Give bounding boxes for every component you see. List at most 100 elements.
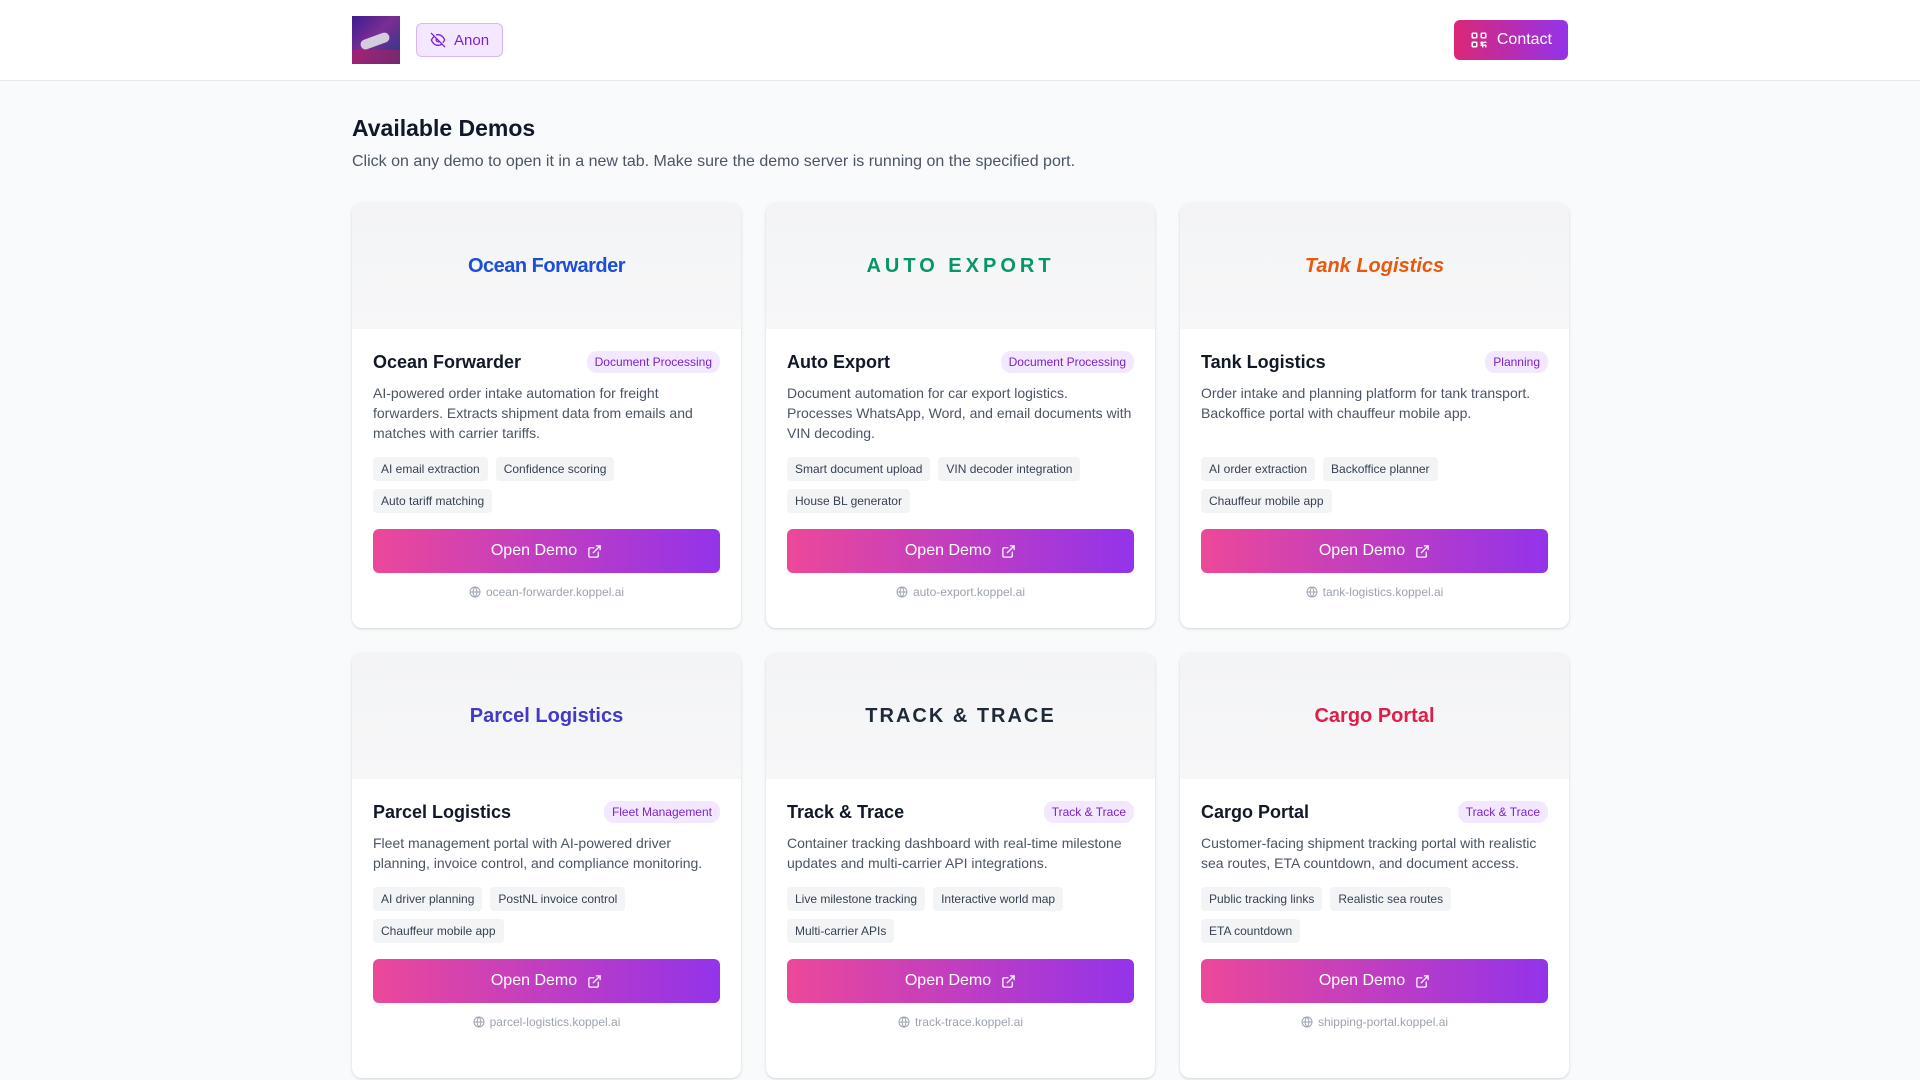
external-link-icon (1001, 544, 1016, 559)
card-title: Cargo Portal (1201, 801, 1310, 822)
demo-url: tank-logistics.koppel.ai (1201, 585, 1548, 599)
demo-url: ocean-forwarder.koppel.ai (373, 585, 720, 599)
feature-tag: Multi-carrier APIs (787, 919, 895, 943)
contact-button[interactable]: Contact (1453, 20, 1568, 60)
category-badge: Document Processing (586, 351, 720, 373)
globe-icon (473, 1016, 485, 1028)
eye-off-icon (430, 32, 446, 48)
demo-url: track-trace.koppel.ai (787, 1015, 1134, 1029)
company-logo[interactable] (352, 16, 400, 64)
open-demo-label: Open Demo (904, 542, 992, 559)
banner-wordmark: Cargo Portal (1314, 704, 1435, 727)
feature-tags: AI order extraction Backoffice planner C… (1201, 457, 1501, 513)
feature-tag: Interactive world map (933, 887, 1064, 911)
banner-wordmark: Ocean Forwarder (467, 254, 626, 277)
brand: Anon (352, 16, 504, 64)
demo-card-ocean-forwarder: Ocean Forwarder Ocean Forwarder Document… (352, 203, 741, 628)
feature-tag: Smart document upload (787, 457, 931, 481)
feature-tags: AI driver planning PostNL invoice contro… (373, 887, 673, 943)
open-demo-button[interactable]: Open Demo (787, 529, 1134, 573)
card-header: Ocean Forwarder Document Processing (373, 349, 720, 375)
feature-tag: Realistic sea routes (1330, 887, 1452, 911)
banner-wordmark: Parcel Logistics (469, 704, 624, 727)
external-link-icon (1415, 544, 1430, 559)
open-demo-label: Open Demo (490, 972, 578, 989)
open-demo-label: Open Demo (490, 542, 578, 559)
feature-tags: Smart document upload VIN decoder integr… (787, 457, 1087, 513)
demo-card-track-trace: TRACK & TRACE Track & Trace Track & Trac… (766, 653, 1155, 1078)
card-title: Parcel Logistics (373, 801, 512, 822)
external-link-icon (587, 974, 602, 989)
card-title: Auto Export (787, 351, 890, 372)
card-body: Parcel Logistics Fleet Management Fleet … (352, 779, 741, 1078)
demo-grid: Ocean Forwarder Ocean Forwarder Document… (352, 203, 1569, 1078)
demo-url: parcel-logistics.koppel.ai (373, 1015, 720, 1029)
demo-card-cargo-portal: Cargo Portal Cargo Portal Track & Trace … (1180, 653, 1569, 1078)
card-banner: Tank Logistics (1180, 203, 1569, 329)
feature-tag: AI order extraction (1201, 457, 1316, 481)
open-demo-button[interactable]: Open Demo (1201, 529, 1548, 573)
external-link-icon (1415, 974, 1430, 989)
feature-tags: Public tracking links Realistic sea rout… (1201, 887, 1501, 943)
open-demo-button[interactable]: Open Demo (1201, 959, 1548, 1003)
card-body: Ocean Forwarder Document Processing AI-p… (352, 329, 741, 628)
card-description: Order intake and planning platform for t… (1201, 385, 1531, 421)
category-badge: Planning (1485, 351, 1548, 373)
anon-label: Anon (454, 31, 490, 49)
open-demo-button[interactable]: Open Demo (373, 529, 720, 573)
globe-icon (1306, 586, 1318, 598)
top-bar: Anon Contact (0, 0, 1920, 81)
open-demo-label: Open Demo (1318, 542, 1406, 559)
card-header: Track & Trace Track & Trace (787, 799, 1134, 825)
main-content: Available Demos Click on any demo to ope… (352, 81, 1569, 1078)
card-description: Document automation for car export logis… (787, 385, 1132, 441)
card-body: Tank Logistics Planning Order intake and… (1180, 329, 1569, 628)
card-body: Track & Trace Track & Trace Container tr… (766, 779, 1155, 1078)
category-badge: Fleet Management (603, 801, 720, 823)
anon-toggle-button[interactable]: Anon (416, 23, 504, 57)
card-title: Track & Trace (787, 801, 905, 822)
demo-card-tank-logistics: Tank Logistics Tank Logistics Planning O… (1180, 203, 1569, 628)
feature-tag: ETA countdown (1201, 919, 1301, 943)
page-subtitle: Click on any demo to open it in a new ta… (352, 153, 1076, 170)
contact-label: Contact (1496, 31, 1552, 48)
demo-url-text: tank-logistics.koppel.ai (1322, 585, 1444, 599)
demo-url-text: auto-export.koppel.ai (912, 585, 1026, 599)
feature-tag: Chauffeur mobile app (373, 919, 504, 943)
open-demo-button[interactable]: Open Demo (373, 959, 720, 1003)
card-banner: Ocean Forwarder (352, 203, 741, 329)
demo-url-text: shipping-portal.koppel.ai (1317, 1015, 1449, 1029)
feature-tag: AI email extraction (373, 457, 488, 481)
demo-url-text: ocean-forwarder.koppel.ai (485, 585, 625, 599)
feature-tags: AI email extraction Confidence scoring A… (373, 457, 673, 513)
card-header: Parcel Logistics Fleet Management (373, 799, 720, 825)
globe-icon (1301, 1016, 1313, 1028)
banner-wordmark: Tank Logistics (1304, 254, 1445, 277)
demo-card-auto-export: AUTO EXPORT Auto Export Document Process… (766, 203, 1155, 628)
card-description: AI-powered order intake automation for f… (373, 385, 693, 441)
card-header: Tank Logistics Planning (1201, 349, 1548, 375)
card-description: Container tracking dashboard with real-t… (787, 835, 1122, 871)
category-badge: Document Processing (1000, 351, 1134, 373)
card-title: Tank Logistics (1201, 351, 1326, 372)
card-banner: AUTO EXPORT (766, 203, 1155, 329)
feature-tag: Backoffice planner (1323, 457, 1438, 481)
card-banner: TRACK & TRACE (766, 653, 1155, 779)
banner-wordmark: AUTO EXPORT (866, 254, 1055, 277)
feature-tags: Live milestone tracking Interactive worl… (787, 887, 1087, 943)
demo-card-parcel-logistics: Parcel Logistics Parcel Logistics Fleet … (352, 653, 741, 1078)
banner-wordmark: TRACK & TRACE (865, 704, 1056, 727)
demo-url-text: parcel-logistics.koppel.ai (489, 1015, 621, 1029)
demo-url-text: track-trace.koppel.ai (914, 1015, 1024, 1029)
card-body: Auto Export Document Processing Document… (766, 329, 1155, 628)
open-demo-label: Open Demo (1318, 972, 1406, 989)
card-banner: Cargo Portal (1180, 653, 1569, 779)
demo-url: shipping-portal.koppel.ai (1201, 1015, 1548, 1029)
card-header: Auto Export Document Processing (787, 349, 1134, 375)
feature-tag: Chauffeur mobile app (1201, 489, 1332, 513)
open-demo-label: Open Demo (904, 972, 992, 989)
category-badge: Track & Trace (1043, 801, 1134, 823)
page-title: Available Demos (352, 115, 536, 141)
open-demo-button[interactable]: Open Demo (787, 959, 1134, 1003)
external-link-icon (587, 544, 602, 559)
